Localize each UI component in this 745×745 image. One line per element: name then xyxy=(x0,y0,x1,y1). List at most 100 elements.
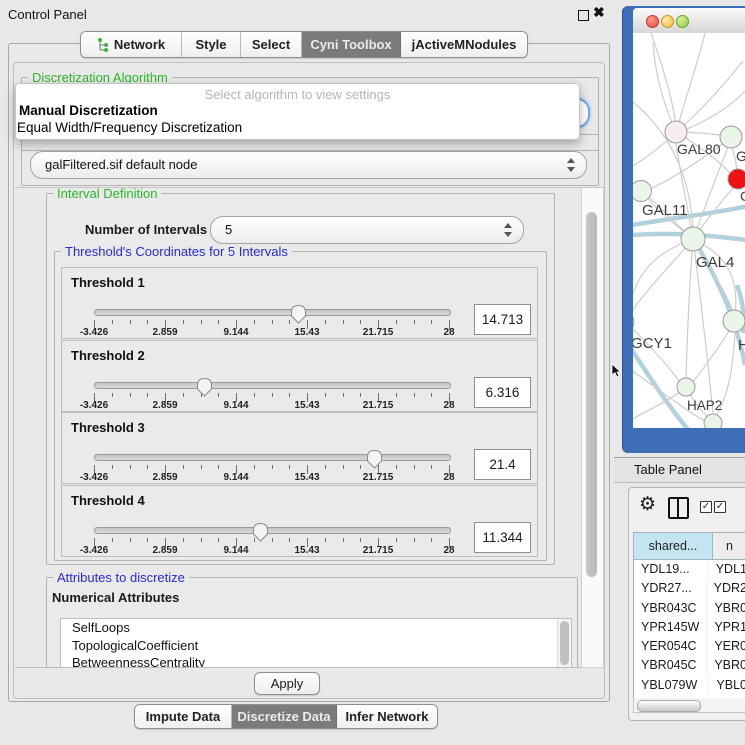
table-data-combobox[interactable]: galFiltered.sif default node xyxy=(30,151,587,179)
slider-tick-mark xyxy=(414,393,415,397)
network-edge[interactable] xyxy=(686,239,693,378)
network-node[interactable] xyxy=(704,414,722,428)
table-horizontal-scrollbar[interactable] xyxy=(633,698,745,713)
network-node[interactable] xyxy=(665,121,687,143)
slider-tick-mark xyxy=(112,393,113,397)
table-cell-name[interactable]: YBR0 xyxy=(707,599,745,618)
slider-track[interactable] xyxy=(94,527,451,534)
close-traffic-light[interactable] xyxy=(646,15,659,28)
checkbox-icon[interactable]: ✓ xyxy=(714,501,726,513)
table-cell-name[interactable]: YDR2 xyxy=(707,579,745,598)
table-row[interactable]: YER054CYER0 xyxy=(634,637,745,656)
number-of-intervals-combobox[interactable]: 5 xyxy=(210,216,524,244)
table-cell-name[interactable]: YDL1 xyxy=(709,560,745,579)
slider-track[interactable] xyxy=(94,309,451,316)
column-header-shared[interactable]: shared... xyxy=(634,533,713,559)
threshold-label: Threshold 3 xyxy=(71,420,145,435)
panel-title: Control Panel xyxy=(8,7,87,22)
minimize-traffic-light[interactable] xyxy=(661,15,674,28)
column-header-name[interactable]: n xyxy=(713,533,745,559)
slider-tick-label: 28 xyxy=(443,400,454,411)
float-window-icon[interactable] xyxy=(578,10,589,21)
list-item[interactable]: BetweennessCentrality xyxy=(61,654,571,668)
slider-tick-mark xyxy=(183,320,184,324)
dropdown-option-manual-discretization[interactable]: Manual Discretization xyxy=(19,103,158,118)
table-row[interactable]: YBL079WYBL0 xyxy=(634,676,745,695)
network-window-titlebar[interactable] xyxy=(633,8,745,34)
tab-impute-data[interactable]: Impute Data xyxy=(135,705,232,728)
slider-handle[interactable] xyxy=(196,377,213,397)
slider-tick-mark xyxy=(414,465,415,469)
threshold-value-field[interactable]: 21.4 xyxy=(474,449,531,480)
table-cell-name[interactable]: YBL0 xyxy=(709,676,745,695)
network-node-label: GAL80 xyxy=(677,141,721,157)
threshold-value-field[interactable]: 11.344 xyxy=(474,522,531,553)
network-node[interactable] xyxy=(723,310,745,332)
network-node[interactable] xyxy=(677,378,695,396)
table-cell-shared-name[interactable]: YER054C xyxy=(634,637,707,656)
network-edge[interactable] xyxy=(685,91,745,130)
tab-cyni-toolbox[interactable]: Cyni Toolbox xyxy=(302,32,401,57)
dropdown-option-equal-width-frequency[interactable]: Equal Width/Frequency Discretization xyxy=(17,120,242,135)
network-edge[interactable] xyxy=(693,323,734,382)
slider-tick-mark xyxy=(183,393,184,397)
network-edge[interactable] xyxy=(676,143,693,239)
zoom-traffic-light[interactable] xyxy=(676,15,689,28)
list-item[interactable]: TopologicalCoefficient xyxy=(61,637,571,655)
table-cell-shared-name[interactable]: YBR043C xyxy=(634,599,707,618)
network-node[interactable] xyxy=(720,126,742,148)
table-row[interactable]: YBR043CYBR0 xyxy=(634,599,745,618)
slider-tick-mark xyxy=(112,320,113,324)
tab-style[interactable]: Style xyxy=(182,32,241,57)
threshold-row: Threshold 3-3.4262.8599.14415.4321.71528… xyxy=(61,412,538,484)
close-icon[interactable]: ✖ xyxy=(593,4,605,21)
network-edge[interactable] xyxy=(633,243,683,321)
table-cell-name[interactable]: YBR0 xyxy=(707,656,745,675)
table-cell-name[interactable]: YER0 xyxy=(707,637,745,656)
network-edge[interactable] xyxy=(651,33,675,121)
gear-icon[interactable]: ⚙ xyxy=(639,495,656,514)
network-canvas[interactable]: GAL80GACGAL11GAL4GCY1HHAP2 xyxy=(633,33,745,428)
table-row[interactable]: YDL19...YDL1 xyxy=(634,560,745,579)
slider-handle[interactable] xyxy=(252,522,269,542)
network-edge[interactable] xyxy=(679,33,705,123)
network-edge[interactable] xyxy=(653,43,676,132)
apply-button[interactable]: Apply xyxy=(254,672,320,695)
attributes-list-scrollbar[interactable] xyxy=(557,619,571,668)
table-cell-shared-name[interactable]: YDR27... xyxy=(634,579,707,598)
slider-tick-label: 2.859 xyxy=(152,545,177,556)
threshold-value-field[interactable]: 14.713 xyxy=(474,304,531,335)
table-row[interactable]: YPR145WYPR1 xyxy=(634,618,745,637)
threshold-row: Threshold 1-3.4262.8599.14415.4321.71528… xyxy=(61,267,538,339)
tab-infer-network[interactable]: Infer Network xyxy=(337,705,437,728)
network-edge[interactable] xyxy=(633,323,679,381)
table-cell-shared-name[interactable]: YDL19... xyxy=(634,560,709,579)
list-item[interactable]: SelfLoops xyxy=(61,619,571,637)
scrollbar-thumb[interactable] xyxy=(586,212,597,577)
network-edge[interactable] xyxy=(633,239,693,319)
tab-select[interactable]: Select xyxy=(241,32,302,57)
column-layout-icon[interactable] xyxy=(668,497,689,519)
table-cell-name[interactable]: YPR1 xyxy=(707,618,745,637)
tab-jactivemnodules[interactable]: jActiveMNodules xyxy=(401,32,527,57)
settings-vertical-scrollbar[interactable] xyxy=(581,187,604,668)
tab-network[interactable]: Network xyxy=(81,32,182,57)
table-row[interactable]: YDR27...YDR2 xyxy=(634,579,745,598)
slider-track[interactable] xyxy=(94,454,451,461)
slider-tick-mark xyxy=(218,538,219,542)
network-node[interactable] xyxy=(728,169,745,189)
scrollbar-thumb[interactable] xyxy=(637,700,701,712)
table-cell-shared-name[interactable]: YBR045C xyxy=(634,656,707,675)
table-cell-shared-name[interactable]: YPR145W xyxy=(634,618,707,637)
table-cell-shared-name[interactable]: YBL079W xyxy=(634,676,709,695)
checkbox-icon[interactable]: ✓ xyxy=(700,501,712,513)
table-row[interactable]: YBR045CYBR0 xyxy=(634,656,745,675)
network-edge[interactable] xyxy=(693,143,730,239)
threshold-value-field[interactable]: 6.316 xyxy=(474,377,531,408)
network-node[interactable] xyxy=(681,227,705,251)
slider-track[interactable] xyxy=(94,382,451,389)
network-node[interactable] xyxy=(633,181,652,202)
slider-handle[interactable] xyxy=(366,449,383,469)
slider-handle[interactable] xyxy=(290,304,307,324)
tab-discretize-data[interactable]: Discretize Data xyxy=(232,705,337,728)
